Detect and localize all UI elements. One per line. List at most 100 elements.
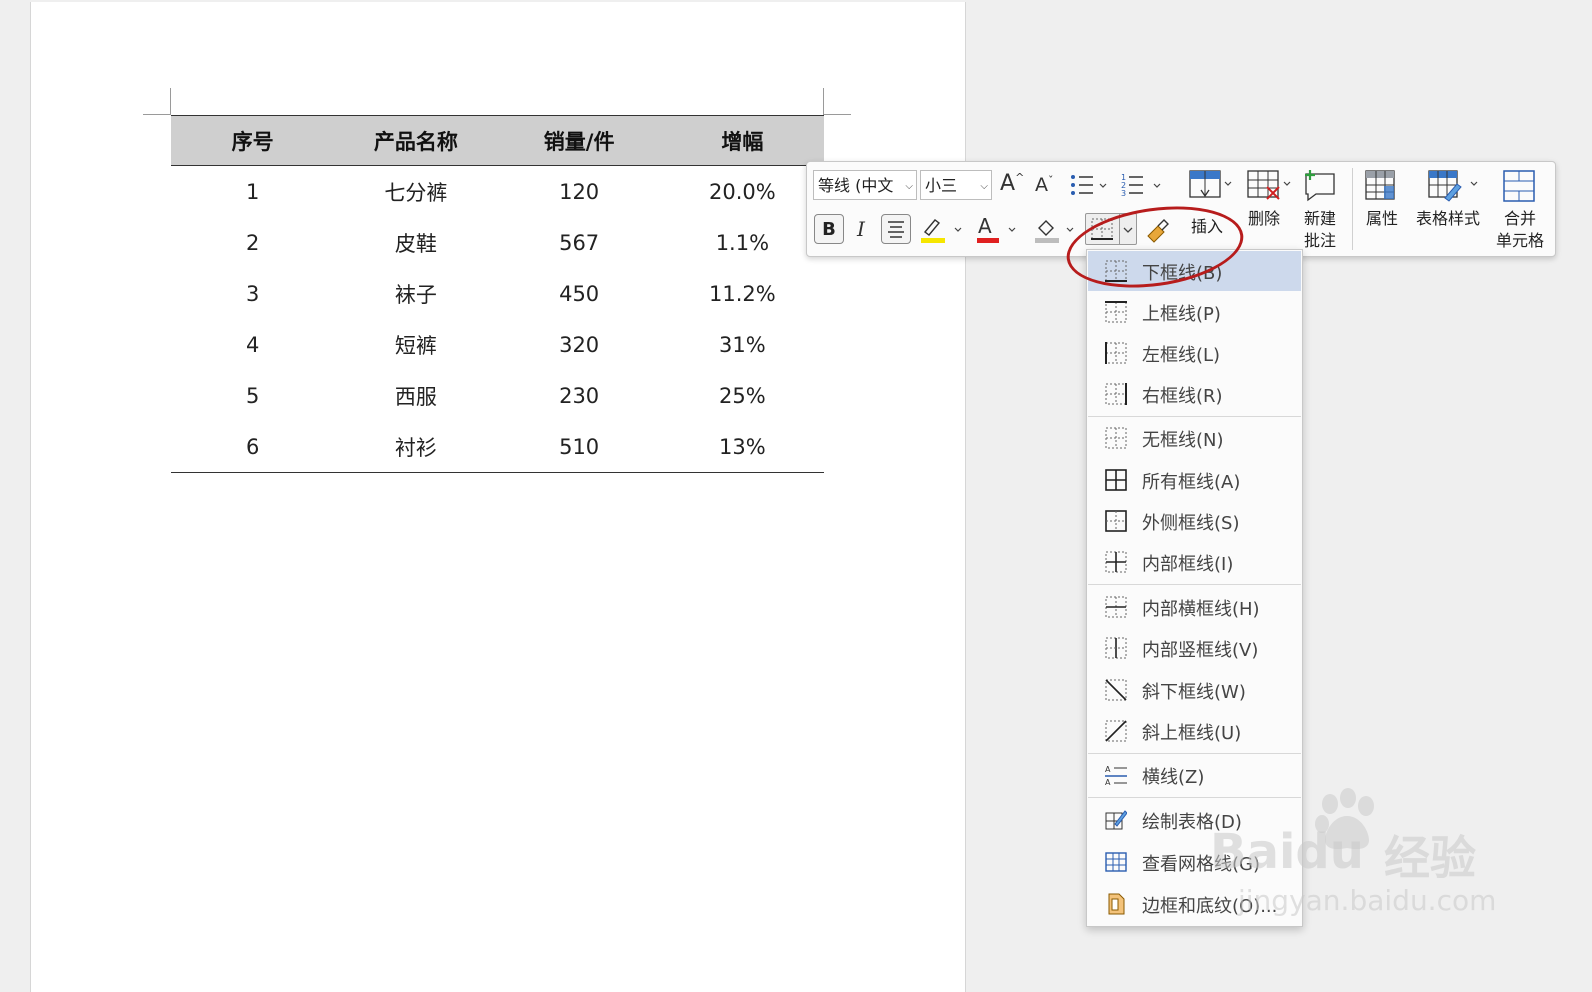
- shrink-font-button[interactable]: Aˇ: [1035, 174, 1054, 196]
- menu-item-label: 内部框线(I): [1142, 554, 1234, 575]
- header-cell[interactable]: 产品名称: [334, 115, 498, 166]
- table-cell[interactable]: 31%: [661, 319, 824, 370]
- menu-item-label: 右框线(R): [1142, 386, 1223, 407]
- table-cell[interactable]: 230: [498, 370, 661, 421]
- table-row: 5 西服 230 25%: [171, 370, 824, 421]
- grow-font-icon: A: [1000, 171, 1016, 196]
- delete-button[interactable]: 删除: [1243, 168, 1297, 246]
- table-cell[interactable]: 320: [498, 319, 661, 370]
- menu-item-label: 斜下框线(W): [1142, 682, 1246, 703]
- menu-separator: [1088, 584, 1301, 585]
- new-comment-label-line1: 新建: [1303, 209, 1336, 228]
- header-cell[interactable]: 增幅: [660, 115, 824, 166]
- font-name-value: 等线 (中文: [818, 176, 894, 195]
- table-row: 4 短裤 320 31%: [171, 319, 824, 370]
- menu-separator: [1088, 416, 1301, 417]
- menu-item-right-border[interactable]: 右框线(R): [1088, 374, 1301, 414]
- menu-item-left-border[interactable]: 左框线(L): [1088, 333, 1301, 373]
- menu-separator: [1088, 797, 1301, 798]
- menu-item-outside-borders[interactable]: 外侧框线(S): [1088, 501, 1301, 541]
- table-cell[interactable]: 3: [171, 268, 334, 319]
- menu-item-label: 内部竖框线(V): [1142, 640, 1259, 661]
- all-borders-icon: [1105, 469, 1127, 491]
- highlight-button[interactable]: [919, 214, 965, 248]
- table-cell[interactable]: 皮鞋: [334, 217, 497, 268]
- center-align-icon: [888, 221, 904, 238]
- italic-icon: I: [857, 217, 865, 241]
- draw-table-icon: [1105, 810, 1127, 830]
- no-border-icon: [1105, 427, 1127, 449]
- bold-icon: B: [822, 219, 836, 240]
- table-cell[interactable]: 1: [171, 166, 334, 218]
- menu-item-horizontal-line[interactable]: AA 横线(Z): [1088, 755, 1301, 795]
- font-name-dropdown[interactable]: 等线 (中文 ⌵: [813, 170, 917, 200]
- table-cell[interactable]: 西服: [334, 370, 497, 421]
- menu-item-label: 无框线(N): [1142, 430, 1224, 451]
- header-cell[interactable]: 序号: [171, 115, 335, 166]
- header-cell[interactable]: 销量/件: [497, 115, 661, 166]
- table-cell[interactable]: 567: [498, 217, 661, 268]
- grow-font-button[interactable]: A^: [1000, 171, 1024, 196]
- table-cell[interactable]: 七分裤: [334, 166, 497, 218]
- bold-button[interactable]: B: [814, 214, 844, 244]
- inside-horizontal-border-icon: [1105, 596, 1127, 618]
- menu-item-inside-vertical-border[interactable]: 内部竖框线(V): [1088, 628, 1301, 668]
- center-align-button[interactable]: [881, 214, 911, 244]
- toolbar-separator: [1352, 168, 1353, 250]
- font-color-button[interactable]: A: [975, 214, 1021, 248]
- view-gridlines-icon: [1105, 852, 1127, 872]
- table-row: 3 袜子 450 11.2%: [171, 268, 824, 319]
- table-cell[interactable]: 13%: [660, 421, 824, 473]
- menu-item-inside-horizontal-border[interactable]: 内部横框线(H): [1088, 587, 1301, 627]
- menu-item-label: 内部横框线(H): [1142, 599, 1260, 620]
- product-table[interactable]: 序号 产品名称 销量/件 增幅 1 七分裤 120 20.0% 2 皮鞋 567…: [171, 115, 824, 473]
- table-corner-mark: [143, 114, 171, 115]
- new-comment-label-line2: 批注: [1303, 231, 1336, 250]
- table-cell[interactable]: 25%: [661, 370, 824, 421]
- chevron-down-icon: ⌵: [905, 181, 913, 192]
- chevron-down-icon: ⌵: [980, 181, 988, 192]
- table-cell[interactable]: 袜子: [334, 268, 497, 319]
- table-cell[interactable]: 4: [171, 319, 334, 370]
- font-size-dropdown[interactable]: 小三 ⌵: [920, 170, 992, 200]
- table-corner-mark: [823, 114, 851, 115]
- table-cell[interactable]: 6: [171, 421, 335, 473]
- bullets-button[interactable]: [1069, 172, 1109, 202]
- table-cell[interactable]: 1.1%: [661, 217, 824, 268]
- highlighter-icon: [921, 219, 962, 243]
- italic-button[interactable]: I: [857, 217, 865, 241]
- merge-label-line2: 单元格: [1495, 231, 1544, 250]
- left-border-icon: [1105, 342, 1127, 364]
- menu-item-top-border[interactable]: 上框线(P): [1088, 292, 1301, 332]
- inside-vertical-border-icon: [1105, 637, 1127, 659]
- table-row: 1 七分裤 120 20.0%: [171, 166, 824, 218]
- diagonal-down-border-icon: [1105, 679, 1127, 701]
- table-properties-button[interactable]: 属性: [1362, 168, 1406, 246]
- numbering-button[interactable]: 1 2 3: [1121, 172, 1165, 202]
- bullet-list-icon: [1071, 175, 1107, 195]
- table-cell[interactable]: 450: [498, 268, 661, 319]
- table-cell[interactable]: 短裤: [334, 319, 497, 370]
- table-cell[interactable]: 120: [498, 166, 661, 218]
- table-cell[interactable]: 2: [171, 217, 334, 268]
- menu-item-label: 左框线(L): [1142, 345, 1221, 366]
- table-styles-button[interactable]: 表格样式: [1409, 168, 1487, 246]
- insert-table-icon: [1189, 170, 1232, 198]
- table-cell[interactable]: 衬衫: [334, 421, 498, 473]
- properties-label: 属性: [1365, 209, 1398, 228]
- menu-item-diagonal-down-border[interactable]: 斜下框线(W): [1088, 670, 1301, 710]
- table-cell[interactable]: 11.2%: [661, 268, 824, 319]
- menu-item-all-borders[interactable]: 所有框线(A): [1088, 460, 1301, 500]
- table-cell[interactable]: 20.0%: [661, 166, 824, 218]
- menu-item-no-border[interactable]: 无框线(N): [1088, 418, 1301, 458]
- table-cell[interactable]: 5: [171, 370, 334, 421]
- delete-label: 删除: [1247, 209, 1280, 228]
- table-cell[interactable]: 510: [497, 421, 661, 473]
- new-comment-button[interactable]: 新建 批注: [1300, 168, 1344, 252]
- menu-item-inside-borders[interactable]: 内部框线(I): [1088, 542, 1301, 582]
- horizontal-line-icon: AA: [1105, 765, 1127, 786]
- merge-cells-button[interactable]: 合并 单元格: [1492, 168, 1550, 252]
- outside-borders-icon: [1105, 510, 1127, 532]
- menu-item-diagonal-up-border[interactable]: 斜上框线(U): [1088, 711, 1301, 751]
- highlight-color-bar: [921, 238, 945, 243]
